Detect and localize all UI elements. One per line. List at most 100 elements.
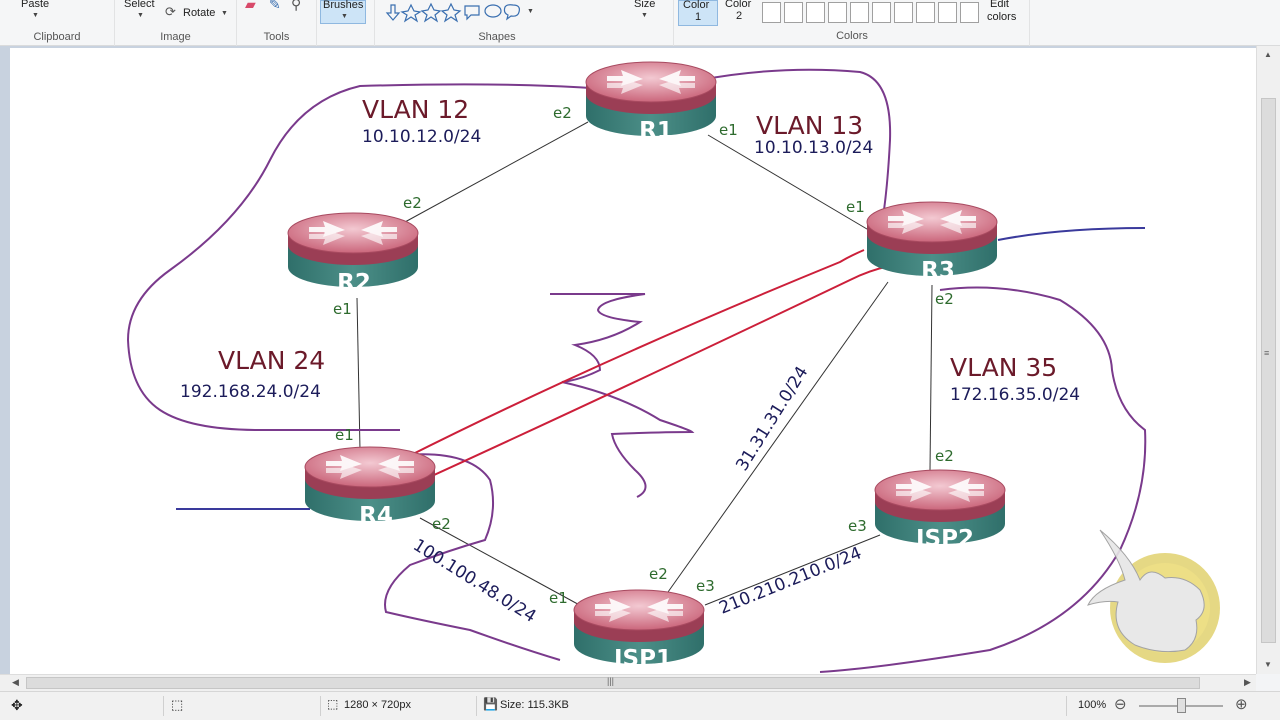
net-210-label: 210.210.210.0/24 xyxy=(716,543,864,618)
rotate-button[interactable]: Rotate xyxy=(183,7,215,19)
status-separator xyxy=(320,696,321,716)
iface-isp1-e1: e1 xyxy=(549,589,568,607)
star4-shape-icon xyxy=(400,3,422,23)
links xyxy=(356,121,933,609)
iface-r3-e2: e2 xyxy=(935,290,954,308)
scroll-left-icon[interactable]: ◀ xyxy=(12,677,19,688)
vlan12-label: VLAN 12 xyxy=(362,95,469,124)
zigzag-scribble xyxy=(550,293,695,498)
palette-swatch[interactable] xyxy=(850,2,869,23)
vlan12-network: 10.10.12.0/24 xyxy=(362,127,481,147)
ribbon: Paste ▼ Clipboard Select ▼ ⟳ Rotate ▼ Im… xyxy=(0,0,1280,46)
image-group: Select ▼ ⟳ Rotate ▼ Image xyxy=(115,0,237,46)
pegasus-logo xyxy=(1087,529,1220,663)
iface-r2-e2: e2 xyxy=(403,194,422,212)
router-isp2[interactable]: ISP2 xyxy=(874,469,1006,552)
router-label-isp2: ISP2 xyxy=(916,526,974,552)
brushes-button[interactable]: Brushes ▼ xyxy=(320,0,366,24)
hscroll-grip-icon: ||| xyxy=(607,676,615,686)
shapes-group: ▼ Shapes xyxy=(374,0,674,46)
router-label-isp1: ISP1 xyxy=(614,646,672,672)
vlan24-network: 192.168.24.0/24 xyxy=(180,382,321,402)
vlan35-network: 172.16.35.0/24 xyxy=(950,385,1080,405)
eraser-icon[interactable]: ▰ xyxy=(245,0,256,13)
image-dimensions-icon: ⬚ xyxy=(327,697,339,711)
drawing-canvas[interactable]: R1 R2 R3 R4 ISP1 ISP2 VLAN 12 10.10.12.0… xyxy=(10,48,1256,674)
rotate-dropdown-icon[interactable]: ▼ xyxy=(221,10,228,17)
edit-colors-label-2: colors xyxy=(987,11,1017,23)
edit-colors-button[interactable]: Edit xyxy=(990,0,1009,10)
paste-dropdown-icon[interactable]: ▼ xyxy=(32,12,39,19)
arrow-down-shape-icon xyxy=(385,4,401,21)
canvas-area: R1 R2 R3 R4 ISP1 ISP2 VLAN 12 10.10.12.0… xyxy=(0,46,1256,674)
callout-oval-shape-icon xyxy=(484,4,502,18)
image-group-label: Image xyxy=(160,31,191,43)
callout-cloud-shape-icon xyxy=(503,4,520,21)
iface-isp2-e3: e3 xyxy=(848,517,867,535)
color1-button[interactable]: Color 1 xyxy=(678,0,718,26)
rotate-icon[interactable]: ⟳ xyxy=(165,4,176,20)
callout-rect-shape-icon xyxy=(464,5,480,21)
selection-size-icon: ⬚ xyxy=(171,697,184,712)
palette-swatch[interactable] xyxy=(784,2,803,23)
zoom-in-icon[interactable]: ⊕ xyxy=(1235,695,1248,713)
net-31-label: 31.31.31.0/24 xyxy=(732,363,812,475)
palette-swatch[interactable] xyxy=(806,2,825,23)
iface-r1-e2: e2 xyxy=(553,104,572,122)
vertical-scrollbar[interactable]: ▲ ≡ ▼ xyxy=(1256,46,1280,674)
vertical-scroll-thumb[interactable] xyxy=(1261,98,1276,643)
router-isp1[interactable]: ISP1 xyxy=(573,589,705,672)
scroll-up-icon[interactable]: ▲ xyxy=(1264,50,1272,59)
router-r4[interactable]: R4 xyxy=(304,446,436,529)
iface-r4-e2: e2 xyxy=(432,515,451,533)
palette-swatch[interactable] xyxy=(894,2,913,23)
router-r2[interactable]: R2 xyxy=(287,212,419,296)
palette-swatch[interactable] xyxy=(828,2,847,23)
router-label-r3: R3 xyxy=(921,258,955,284)
router-r3[interactable]: R3 xyxy=(866,201,998,284)
iface-isp2-e2: e2 xyxy=(935,447,954,465)
tools-group-label: Tools xyxy=(263,31,290,43)
router-label-r4: R4 xyxy=(359,503,393,529)
tools-group: ▰ ✎ ⚲ Tools xyxy=(237,0,317,46)
scroll-right-icon[interactable]: ▶ xyxy=(1244,677,1251,688)
magnifier-icon[interactable]: ⚲ xyxy=(291,0,301,13)
palette-swatch[interactable] xyxy=(762,2,781,23)
status-separator xyxy=(163,696,164,716)
palette-swatch[interactable] xyxy=(872,2,891,23)
zoom-slider-handle[interactable] xyxy=(1177,698,1186,713)
blue-line-r3 xyxy=(997,227,1146,241)
shapes-gallery[interactable] xyxy=(381,2,541,24)
iface-isp1-e2: e2 xyxy=(649,565,668,583)
zoom-out-icon[interactable]: ⊖ xyxy=(1114,695,1127,713)
palette-swatch[interactable] xyxy=(916,2,935,23)
status-separator xyxy=(476,696,477,716)
select-dropdown-icon[interactable]: ▼ xyxy=(137,12,144,19)
color2-button[interactable]: Color xyxy=(725,0,751,10)
shapes-more-icon[interactable]: ▼ xyxy=(527,8,534,15)
star5-shape-icon xyxy=(420,2,442,23)
palette-swatch[interactable] xyxy=(960,2,979,23)
iface-r4-e1: e1 xyxy=(335,426,354,444)
paste-button[interactable]: Paste xyxy=(21,0,49,10)
shapes-group-label: Shapes xyxy=(478,31,516,43)
size-button[interactable]: Size xyxy=(634,0,655,10)
network-diagram: R1 R2 R3 R4 ISP1 ISP2 VLAN 12 10.10.12.0… xyxy=(126,61,1220,673)
clipboard-group-label: Clipboard xyxy=(33,31,81,43)
net-100-label: 100.100.48.0/24 xyxy=(409,535,539,627)
router-label-r1: R1 xyxy=(639,118,673,144)
color-picker-icon[interactable]: ✎ xyxy=(269,0,281,13)
scroll-grip-icon: ≡ xyxy=(1264,348,1270,358)
color1-label: Color xyxy=(683,0,710,11)
select-button[interactable]: Select xyxy=(124,0,155,10)
scroll-down-icon[interactable]: ▼ xyxy=(1264,660,1272,669)
interface-labels: e2 e1 e2 e1 e1 e2 e1 e2 e1 e2 e3 e2 e3 xyxy=(333,104,954,607)
router-r1[interactable]: R1 xyxy=(585,61,717,144)
link-network-labels: 31.31.31.0/24 100.100.48.0/24 210.210.21… xyxy=(409,363,864,627)
palette-swatch[interactable] xyxy=(938,2,957,23)
brushes-dropdown-icon[interactable]: ▼ xyxy=(341,13,348,20)
cursor-position-icon: ✥ xyxy=(11,697,23,713)
size-dropdown-icon[interactable]: ▼ xyxy=(641,12,648,19)
file-size-icon: 💾 xyxy=(483,697,498,711)
horizontal-scrollbar[interactable]: ◀ ||| ▶ xyxy=(0,674,1256,691)
